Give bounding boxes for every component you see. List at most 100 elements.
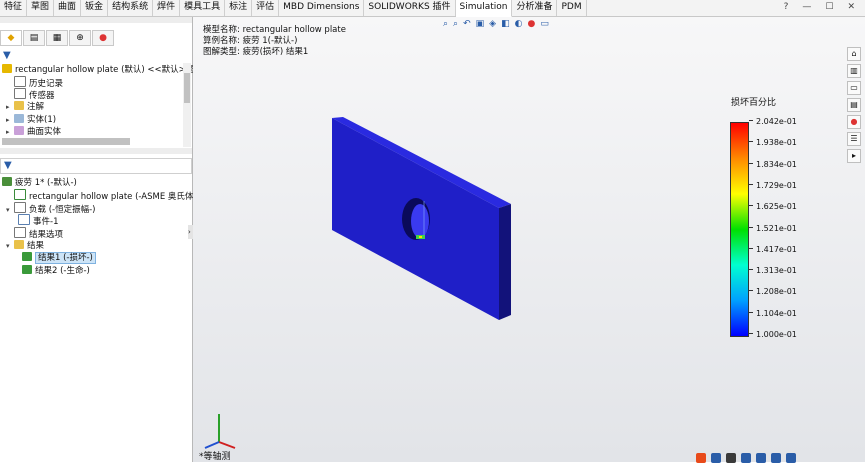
ribbon-tab[interactable]: 模具工具 bbox=[180, 0, 226, 16]
ribbon-tab[interactable]: Simulation bbox=[455, 0, 513, 17]
plot-icon bbox=[22, 265, 32, 274]
fatigue-study-icon bbox=[2, 177, 12, 186]
legend-tick-label: 1.313e-01 bbox=[749, 266, 797, 275]
result2-item[interactable]: 结果2 (-生命-) bbox=[22, 265, 90, 277]
legend-title: 损坏百分比 bbox=[731, 98, 777, 108]
annotation-icon bbox=[14, 101, 24, 110]
view-palette-icon[interactable]: ▤ bbox=[847, 98, 861, 112]
study-item[interactable]: 疲劳 1* (-默认-) bbox=[2, 177, 77, 189]
sensor-icon bbox=[14, 88, 26, 99]
ribbon-tab[interactable]: PDM bbox=[557, 0, 587, 16]
tree-root[interactable]: rectangular hollow plate (默认) <<默认>_显示 bbox=[2, 64, 207, 76]
dimxpert-tab[interactable]: ⊕ bbox=[69, 30, 91, 46]
result-options-icon bbox=[14, 227, 26, 238]
file-explorer-icon[interactable]: ▭ bbox=[847, 81, 861, 95]
ribbon-tab[interactable]: MBD Dimensions bbox=[279, 0, 365, 16]
scroll-thumb[interactable] bbox=[184, 73, 190, 103]
ribbon-tab[interactable]: 结构系统 bbox=[108, 0, 154, 16]
task-pane-tabs: ⌂ ▥ ▭ ▤ ● ☰ ▸ bbox=[847, 47, 861, 166]
surface-body-icon bbox=[14, 126, 24, 135]
legend-tick-label: 2.042e-01 bbox=[749, 117, 797, 126]
feature-manager-icon: ◆ bbox=[7, 33, 15, 43]
ribbon-tab[interactable]: SOLIDWORKS 插件 bbox=[364, 0, 456, 16]
view-orientation-label: *等轴测 bbox=[199, 452, 231, 462]
loads-icon bbox=[14, 202, 26, 213]
panel-tabs: ◆ ▤ ▦ ⊕ ● bbox=[0, 30, 115, 46]
plate-side-face bbox=[499, 204, 511, 320]
tree-item-sensors[interactable]: 传感器 bbox=[6, 88, 55, 101]
part-icon bbox=[2, 64, 12, 73]
model-svg bbox=[332, 117, 511, 320]
appearance-icon: ● bbox=[99, 33, 107, 43]
crosshair-icon: ⊕ bbox=[76, 33, 84, 43]
tree-item-annotations[interactable]: ▸ 注解 bbox=[6, 101, 44, 113]
tree-item-surface-bodies[interactable]: ▸ 曲面实体 bbox=[6, 126, 61, 138]
collapse-icon[interactable]: ▾ bbox=[6, 204, 14, 216]
ribbon-tab[interactable]: 分析准备 bbox=[512, 0, 558, 16]
event-item[interactable]: 事件-1 bbox=[18, 214, 58, 227]
triad-svg bbox=[204, 414, 236, 449]
appearances-icon[interactable]: ● bbox=[847, 115, 861, 129]
feature-manager-tab[interactable]: ◆ bbox=[0, 30, 22, 46]
legend-tick-label: 1.104e-01 bbox=[749, 309, 797, 318]
property-icon: ▤ bbox=[29, 33, 39, 43]
legend-tick-label: 1.625e-01 bbox=[749, 202, 797, 211]
expand-icon[interactable]: ▸ bbox=[6, 126, 14, 138]
tree-item-solid-bodies[interactable]: ▸ 实体(1) bbox=[6, 114, 56, 126]
resources-icon[interactable]: ⌂ bbox=[847, 47, 861, 61]
configuration-icon: ▦ bbox=[52, 33, 62, 43]
legend-tick-label: 1.521e-01 bbox=[749, 224, 797, 233]
hole-inner-wall bbox=[411, 204, 429, 238]
hotspot-peak bbox=[419, 236, 422, 238]
help-icon[interactable]: ? bbox=[784, 2, 789, 12]
filter-icon[interactable]: ▼ bbox=[3, 50, 11, 61]
toggle-pane-icon[interactable]: ▸ bbox=[847, 149, 861, 163]
ribbon-tab[interactable]: 特征 bbox=[0, 0, 28, 16]
legend-tick-label: 1.729e-01 bbox=[749, 181, 797, 190]
expand-icon[interactable]: ▸ bbox=[6, 114, 14, 126]
expand-icon[interactable]: ▸ bbox=[6, 101, 14, 113]
splitter-top[interactable] bbox=[0, 17, 192, 23]
reference-triad bbox=[201, 402, 241, 455]
graphics-area[interactable]: 模型名称: rectangular hollow plate 算例名称: 疲劳 … bbox=[193, 17, 865, 463]
ribbon-tab[interactable]: 钣金 bbox=[81, 0, 109, 16]
legend-color-bar bbox=[730, 122, 749, 337]
legend-tick-label: 1.834e-01 bbox=[749, 160, 797, 169]
results-item[interactable]: ▾ 结果 bbox=[6, 240, 44, 252]
minimize-button[interactable]: — bbox=[802, 2, 811, 12]
legend-tick-label: 1.938e-01 bbox=[749, 138, 797, 147]
restore-button[interactable]: ☐ bbox=[825, 2, 833, 12]
result-options-item[interactable]: 结果选项 bbox=[6, 227, 63, 240]
study-part-item[interactable]: rectangular hollow plate (-ASME 奥氏体钢-) bbox=[6, 189, 208, 202]
ribbon-tab[interactable]: 曲面 bbox=[54, 0, 82, 16]
ribbon-tab[interactable]: 草图 bbox=[27, 0, 55, 16]
property-manager-tab[interactable]: ▤ bbox=[23, 30, 45, 46]
close-button[interactable]: ✕ bbox=[847, 2, 855, 12]
tree-vertical-scrollbar[interactable] bbox=[183, 63, 191, 147]
splitter-middle[interactable] bbox=[0, 148, 192, 154]
ribbon-tab[interactable]: 标注 bbox=[225, 0, 253, 16]
history-icon bbox=[14, 76, 26, 87]
collapse-icon[interactable]: ▾ bbox=[6, 240, 14, 252]
tree-horizontal-scrollbar[interactable] bbox=[2, 138, 130, 145]
tree-item-history[interactable]: 历史记录 bbox=[6, 76, 63, 89]
part-check-icon bbox=[14, 189, 26, 200]
ribbon-tab[interactable]: 评估 bbox=[252, 0, 280, 16]
legend-tick-label: 1.208e-01 bbox=[749, 287, 797, 296]
legend-tick-label: 1.417e-01 bbox=[749, 245, 797, 254]
configuration-manager-tab[interactable]: ▦ bbox=[46, 30, 68, 46]
event-icon bbox=[18, 214, 30, 225]
results-folder-icon bbox=[14, 240, 24, 249]
ribbon-tab[interactable]: 焊件 bbox=[153, 0, 181, 16]
design-library-icon[interactable]: ▥ bbox=[847, 64, 861, 78]
solid-body-icon bbox=[14, 114, 24, 123]
filter-icon[interactable]: ▼ bbox=[4, 160, 12, 171]
plot-icon bbox=[22, 252, 32, 261]
legend-tick-label: 1.000e-01 bbox=[749, 330, 797, 339]
loads-item[interactable]: ▾ 负载 (-恒定振幅-) bbox=[6, 202, 95, 216]
command-manager-tabs: 特征 草图 曲面 钣金 结构系统 焊件 模具工具 标注 评估 MBD Dimensions SOLI… bbox=[0, 0, 865, 17]
simulation-filter-bar[interactable]: ▼ bbox=[0, 158, 192, 174]
custom-properties-icon[interactable]: ☰ bbox=[847, 132, 861, 146]
result1-item[interactable]: 结果1 (-损坏-) bbox=[22, 252, 96, 264]
display-manager-tab[interactable]: ● bbox=[92, 30, 114, 46]
